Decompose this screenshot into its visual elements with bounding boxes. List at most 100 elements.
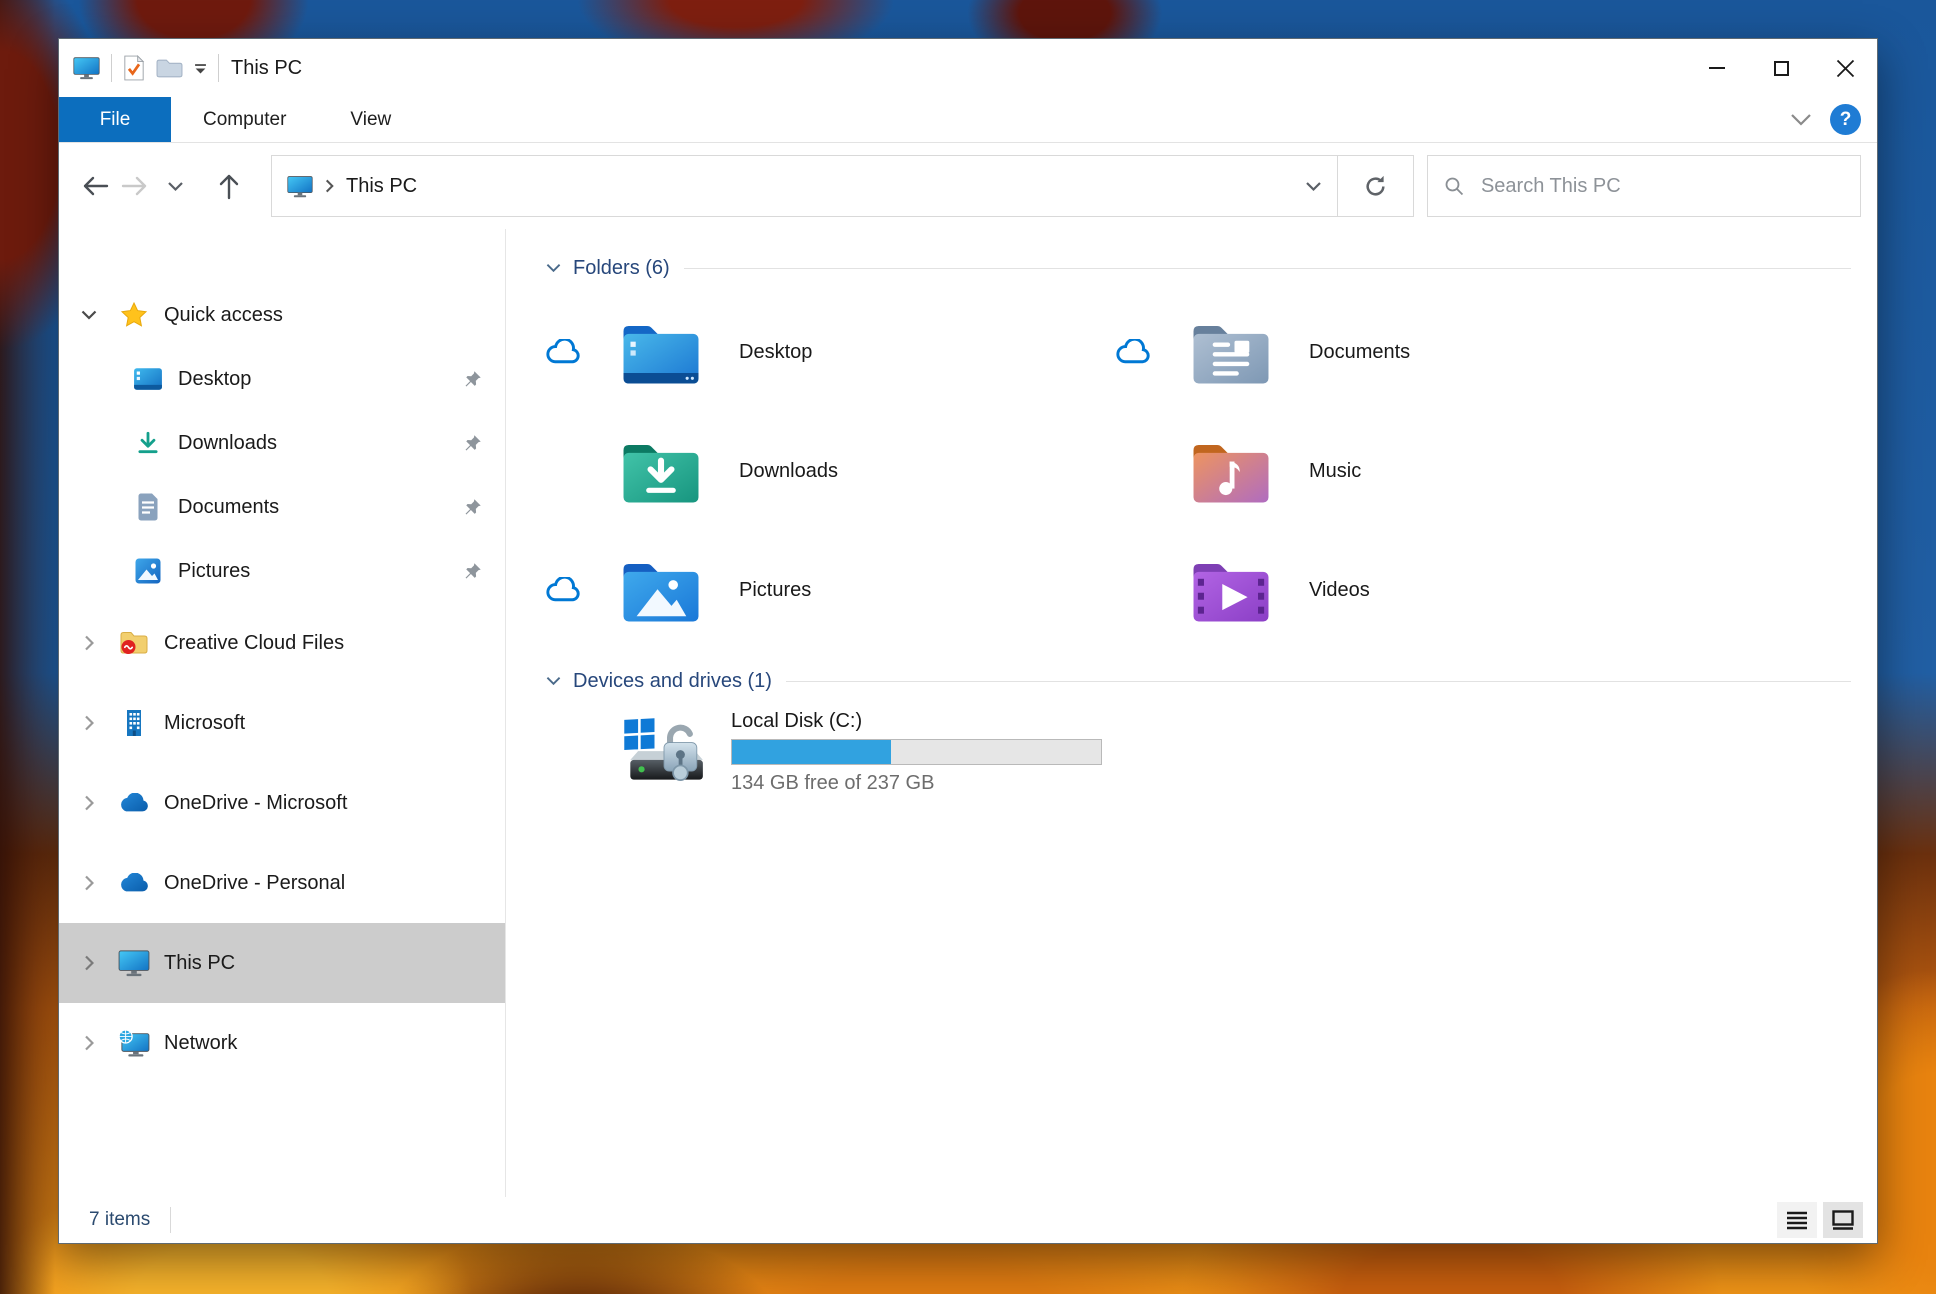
documents-icon (131, 493, 165, 521)
status-separator (170, 1207, 172, 1233)
window-title: This PC (231, 56, 303, 79)
expand-ribbon-chevron-icon[interactable] (1790, 113, 1812, 126)
this-pc-icon (287, 175, 313, 198)
breadcrumb-item-this-pc[interactable]: This PC (346, 175, 417, 198)
titlebar-separator (218, 54, 219, 82)
status-bar: 7 items (59, 1197, 1877, 1243)
close-button[interactable] (1813, 39, 1877, 97)
chevron-right-icon[interactable] (79, 875, 99, 891)
quick-access-toolbar (73, 54, 219, 82)
customize-toolbar-dropdown-icon[interactable] (194, 63, 207, 74)
up-arrow-icon (219, 174, 239, 200)
folder-tile-music[interactable]: Music (1116, 412, 1686, 531)
sidebar-item-label: Downloads (178, 431, 277, 454)
chevron-down-icon[interactable] (79, 310, 99, 320)
network-icon (117, 1029, 151, 1057)
sidebar-item-label: OneDrive - Microsoft (164, 791, 348, 814)
drives-group-header[interactable]: Devices and drives (1) (546, 664, 1851, 698)
breadcrumb-chevron-icon[interactable] (325, 179, 334, 193)
folder-tile-videos[interactable]: Videos (1116, 531, 1686, 650)
content-pane: Folders (6) Desktop Documents Downloads … (506, 229, 1877, 1197)
chevron-right-icon[interactable] (79, 795, 99, 811)
chevron-right-icon[interactable] (79, 635, 99, 651)
items-count: 7 items (89, 1209, 151, 1230)
sidebar-item-label: Network (164, 1031, 238, 1054)
forward-button[interactable] (115, 166, 155, 206)
maximize-icon (1773, 60, 1789, 76)
sidebar-item-onedrive-microsoft[interactable]: OneDrive - Microsoft (59, 763, 505, 843)
chevron-down-icon (167, 181, 183, 191)
sidebar-item-quick-access[interactable]: Quick access (59, 283, 505, 347)
details-view-button[interactable] (1777, 1202, 1817, 1238)
documents-folder-icon (1193, 325, 1269, 384)
thumbnail-view-icon (1832, 1210, 1854, 1230)
folder-tile-desktop[interactable]: Desktop (546, 293, 1116, 412)
chevron-right-icon[interactable] (79, 1035, 99, 1051)
creative-cloud-icon (117, 630, 151, 656)
sidebar-item-this-pc[interactable]: This PC (59, 923, 505, 1003)
back-arrow-icon (83, 176, 109, 196)
help-button[interactable]: ? (1830, 104, 1861, 135)
group-divider (785, 680, 1851, 682)
main-area: Quick access Desktop Downloads Documents… (59, 229, 1877, 1197)
sidebar-item-creative-cloud-files[interactable]: Creative Cloud Files (59, 603, 505, 683)
back-button[interactable] (75, 166, 115, 206)
sidebar-item-microsoft[interactable]: Microsoft (59, 683, 505, 763)
folder-tile-documents[interactable]: Documents (1116, 293, 1686, 412)
local-disk-icon (619, 708, 709, 784)
folder-label: Documents (1309, 341, 1411, 363)
chevron-down-icon (1305, 181, 1321, 191)
address-bar[interactable]: This PC (271, 155, 1414, 217)
sidebar-item-onedrive-personal[interactable]: OneDrive - Personal (59, 843, 505, 923)
music-folder-icon (1193, 444, 1269, 503)
drive-info: Local Disk (C:) 134 GB free of 237 GB (731, 708, 1102, 795)
sidebar-item-downloads[interactable]: Downloads (59, 411, 505, 475)
sidebar-item-documents[interactable]: Documents (59, 475, 505, 539)
navigation-pane: Quick access Desktop Downloads Documents… (59, 229, 506, 1197)
search-box[interactable] (1427, 155, 1861, 217)
folder-tile-downloads[interactable]: Downloads (546, 412, 1116, 531)
chevron-down-icon (546, 264, 561, 273)
view-toggles (1777, 1202, 1863, 1238)
tab-computer[interactable]: Computer (171, 97, 318, 142)
chevron-right-icon[interactable] (79, 955, 99, 971)
tab-view[interactable]: View (318, 97, 423, 142)
sidebar-item-label: OneDrive - Personal (164, 871, 346, 894)
sidebar-item-label: This PC (164, 951, 236, 974)
chevron-right-icon[interactable] (79, 715, 99, 731)
address-dropdown-button[interactable] (1289, 156, 1337, 216)
sidebar-item-network[interactable]: Network (59, 1003, 505, 1083)
drive-tile-local-disk-c[interactable]: Local Disk (C:) 134 GB free of 237 GB (546, 708, 1851, 795)
large-icons-view-button[interactable] (1823, 1202, 1863, 1238)
folders-grid: Desktop Documents Downloads Music Pictur… (546, 293, 1851, 650)
titlebar-separator (111, 54, 112, 82)
refresh-icon (1366, 175, 1385, 195)
up-button[interactable] (209, 166, 249, 206)
breadcrumb: This PC (272, 175, 1289, 198)
search-icon (1445, 177, 1464, 196)
sidebar-item-label: Quick access (164, 303, 283, 326)
star-icon (117, 301, 151, 329)
folder-tile-pictures[interactable]: Pictures (546, 531, 1116, 650)
explorer-window: This PC File Computer View ? This PC Sea… (58, 38, 1878, 1244)
close-icon (1836, 59, 1854, 77)
recent-locations-dropdown[interactable] (155, 166, 195, 206)
new-folder-button[interactable] (156, 58, 183, 79)
onedrive-sync-status-icon (546, 577, 580, 602)
group-title: Folders (6) (573, 256, 670, 279)
properties-button[interactable] (123, 55, 145, 81)
sidebar-item-desktop[interactable]: Desktop (59, 347, 505, 411)
search-input[interactable] (1480, 174, 1844, 198)
tab-file[interactable]: File (59, 97, 171, 142)
sidebar-item-pictures[interactable]: Pictures (59, 539, 505, 603)
refresh-button[interactable] (1337, 156, 1413, 216)
pin-icon (463, 433, 483, 453)
onedrive-sync-status-icon (1116, 339, 1150, 364)
sidebar-item-label: Pictures (178, 559, 251, 582)
folders-group-header[interactable]: Folders (6) (546, 251, 1851, 285)
chevron-down-icon (546, 677, 561, 686)
this-pc-icon (117, 949, 151, 977)
minimize-button[interactable] (1685, 39, 1749, 97)
maximize-button[interactable] (1749, 39, 1813, 97)
folder-label: Downloads (739, 460, 838, 482)
